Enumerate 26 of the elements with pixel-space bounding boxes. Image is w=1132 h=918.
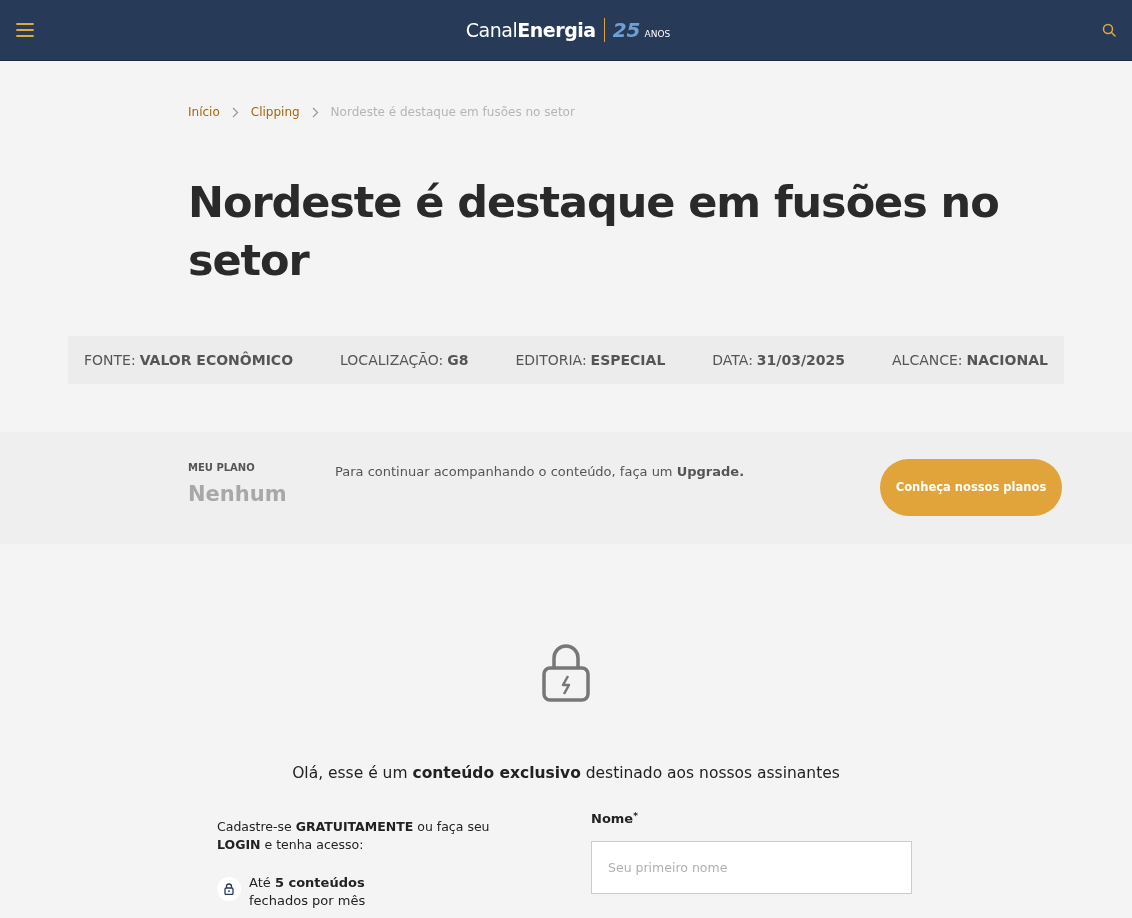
exclusive-content-heading: Olá, esse é um conteúdo exclusivo destinado aos nossos assinantes xyxy=(291,763,841,784)
meta-item: ALCANCE: NACIONAL xyxy=(892,350,1048,370)
chevron-icon xyxy=(311,106,319,118)
chevron-icon xyxy=(231,106,239,118)
benefit-text: Até 5 conteúdos fechados por mês xyxy=(249,874,367,911)
plan-label: MEU PLANO xyxy=(188,461,256,475)
search-icon[interactable] xyxy=(1102,23,1116,37)
meta-item: DATA: 31/03/2025 xyxy=(712,350,845,370)
meta-item: FONTE: VALOR ECONÔMICO xyxy=(84,350,294,370)
breadcrumb-link[interactable]: Início xyxy=(188,103,220,121)
menu-icon[interactable] xyxy=(16,23,34,37)
upgrade-message: Para continuar acompanhando o conteúdo, faça um Upgrade. xyxy=(335,463,746,481)
lock-icon xyxy=(542,644,590,702)
logo-wordmark[interactable]: CanalEnergia xyxy=(465,15,596,45)
lock-icon xyxy=(217,877,241,902)
input-field[interactable]: Seu primeiro nome xyxy=(591,840,912,894)
meta-item: LOCALIZAÇÃO: G8 xyxy=(340,350,469,370)
plan-value: Nenhum xyxy=(188,481,288,508)
breadcrumb-current: Nordeste é destaque em fusões no setor xyxy=(330,104,575,121)
signup-intro: Cadastre-se GRATUITAMENTE ou faça seu LOGIN e tenha acesso: xyxy=(217,818,491,855)
anniversary-number: 25 xyxy=(612,17,641,44)
article-title: Nordeste é destaque em fusões no setor xyxy=(187,176,1000,287)
meta-item: EDITORIA: ESPECIAL xyxy=(515,350,666,370)
breadcrumb-link[interactable]: Clipping xyxy=(250,103,300,121)
anniversary-label: ANOS xyxy=(644,27,671,41)
field-label: Nome$^{*}$ xyxy=(591,809,639,829)
